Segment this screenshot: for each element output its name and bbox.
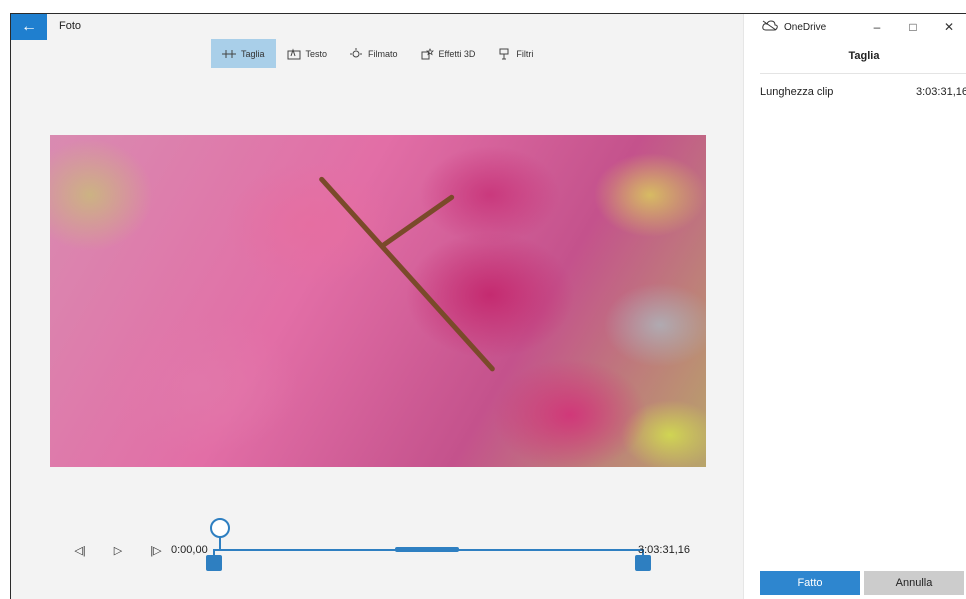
cancel-button[interactable]: Annulla	[864, 571, 964, 595]
panel-title: Taglia	[760, 44, 966, 74]
step-forward-icon[interactable]: |▷	[137, 544, 175, 557]
tool-label: Filmato	[368, 48, 398, 59]
playback-controls: ◁| ▷ |▷	[61, 544, 175, 557]
playhead-handle[interactable]	[210, 518, 230, 538]
tool-label: Effetti 3D	[438, 48, 476, 59]
close-icon[interactable]: ✕	[931, 20, 966, 34]
video-preview	[50, 135, 706, 467]
filters-icon	[497, 47, 511, 61]
side-panel: OneDrive – □ ✕ Taglia Lunghezza clip 3:0…	[743, 14, 966, 599]
minimize-icon[interactable]: –	[859, 20, 895, 34]
onedrive-label: OneDrive	[784, 21, 827, 33]
play-icon[interactable]: ▷	[99, 544, 137, 557]
app-title: Foto	[59, 20, 82, 32]
window-header: OneDrive – □ ✕	[744, 14, 966, 40]
tool-label: Filtri	[516, 48, 534, 59]
start-time: 0:00,00	[171, 544, 208, 556]
tool-3d-effects[interactable]: Effetti 3D	[409, 39, 487, 68]
tool-label: Taglia	[241, 48, 265, 59]
effects-3d-icon	[420, 47, 434, 61]
done-button[interactable]: Fatto	[760, 571, 860, 595]
tool-trim[interactable]: Taglia	[211, 39, 276, 68]
trim-start-handle[interactable]	[206, 549, 222, 571]
step-back-icon[interactable]: ◁|	[61, 544, 99, 557]
onedrive-cloud-icon	[762, 20, 778, 34]
editor-toolbar: Taglia Testo Filmato Effetti 3D Filtri	[211, 39, 544, 68]
text-icon	[287, 47, 301, 61]
app-window: ← Foto Taglia Testo Filmato Effetti 3D F…	[10, 13, 966, 599]
tool-filters[interactable]: Filtri	[486, 39, 544, 68]
back-button[interactable]: ←	[11, 14, 47, 40]
playhead-line	[219, 537, 221, 551]
timeline-grip[interactable]	[395, 547, 459, 552]
tool-text[interactable]: Testo	[276, 39, 339, 68]
title-bar: ← Foto	[11, 14, 743, 40]
tool-motion[interactable]: Filmato	[338, 39, 409, 68]
maximize-icon[interactable]: □	[895, 20, 931, 34]
end-time: 3:03:31,16	[638, 544, 690, 556]
trim-icon	[222, 47, 236, 61]
onedrive-button[interactable]: OneDrive	[762, 20, 826, 34]
arrow-left-icon: ←	[21, 18, 37, 35]
clip-length-value: 3:03:31,16	[916, 86, 966, 98]
tool-label: Testo	[305, 48, 328, 59]
clip-length-row: Lunghezza clip 3:03:31,16	[760, 86, 966, 98]
clip-length-label: Lunghezza clip	[760, 86, 834, 98]
motion-icon	[349, 47, 363, 61]
trim-end-handle[interactable]	[635, 549, 651, 571]
